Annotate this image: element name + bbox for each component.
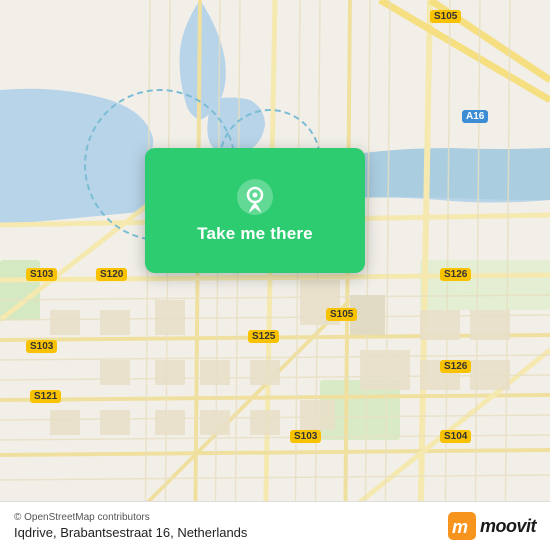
badge-s103-3: S103 <box>290 430 321 443</box>
map-container: S103 S120 S103 S121 S125 S105 S105 S126 … <box>0 0 550 550</box>
badge-s125: S125 <box>248 330 279 343</box>
svg-text:m: m <box>452 517 468 537</box>
badge-s126-2: S126 <box>440 360 471 373</box>
moovit-text: moovit <box>480 516 536 537</box>
badge-s105-top: S105 <box>430 10 461 23</box>
location-pin-icon <box>236 178 274 216</box>
badge-s105-mid: S105 <box>326 308 357 321</box>
badge-s104: S104 <box>440 430 471 443</box>
moovit-icon: m <box>448 512 476 540</box>
badge-s103-1: S103 <box>26 268 57 281</box>
badge-s103-2: S103 <box>26 340 57 353</box>
badge-s120: S120 <box>96 268 127 281</box>
badge-s121: S121 <box>30 390 61 403</box>
location-name: Iqdrive, Brabantsestraat 16, Netherlands <box>14 525 247 540</box>
badge-s126-1: S126 <box>440 268 471 281</box>
popup-card: Take me there <box>145 148 365 273</box>
osm-credit: © OpenStreetMap contributors <box>14 512 247 523</box>
moovit-logo: m moovit <box>448 512 536 540</box>
badge-a16: A16 <box>462 110 488 123</box>
bottom-left: © OpenStreetMap contributors Iqdrive, Br… <box>14 512 247 540</box>
bottom-bar: © OpenStreetMap contributors Iqdrive, Br… <box>0 501 550 550</box>
take-me-there-button[interactable]: Take me there <box>197 224 313 244</box>
